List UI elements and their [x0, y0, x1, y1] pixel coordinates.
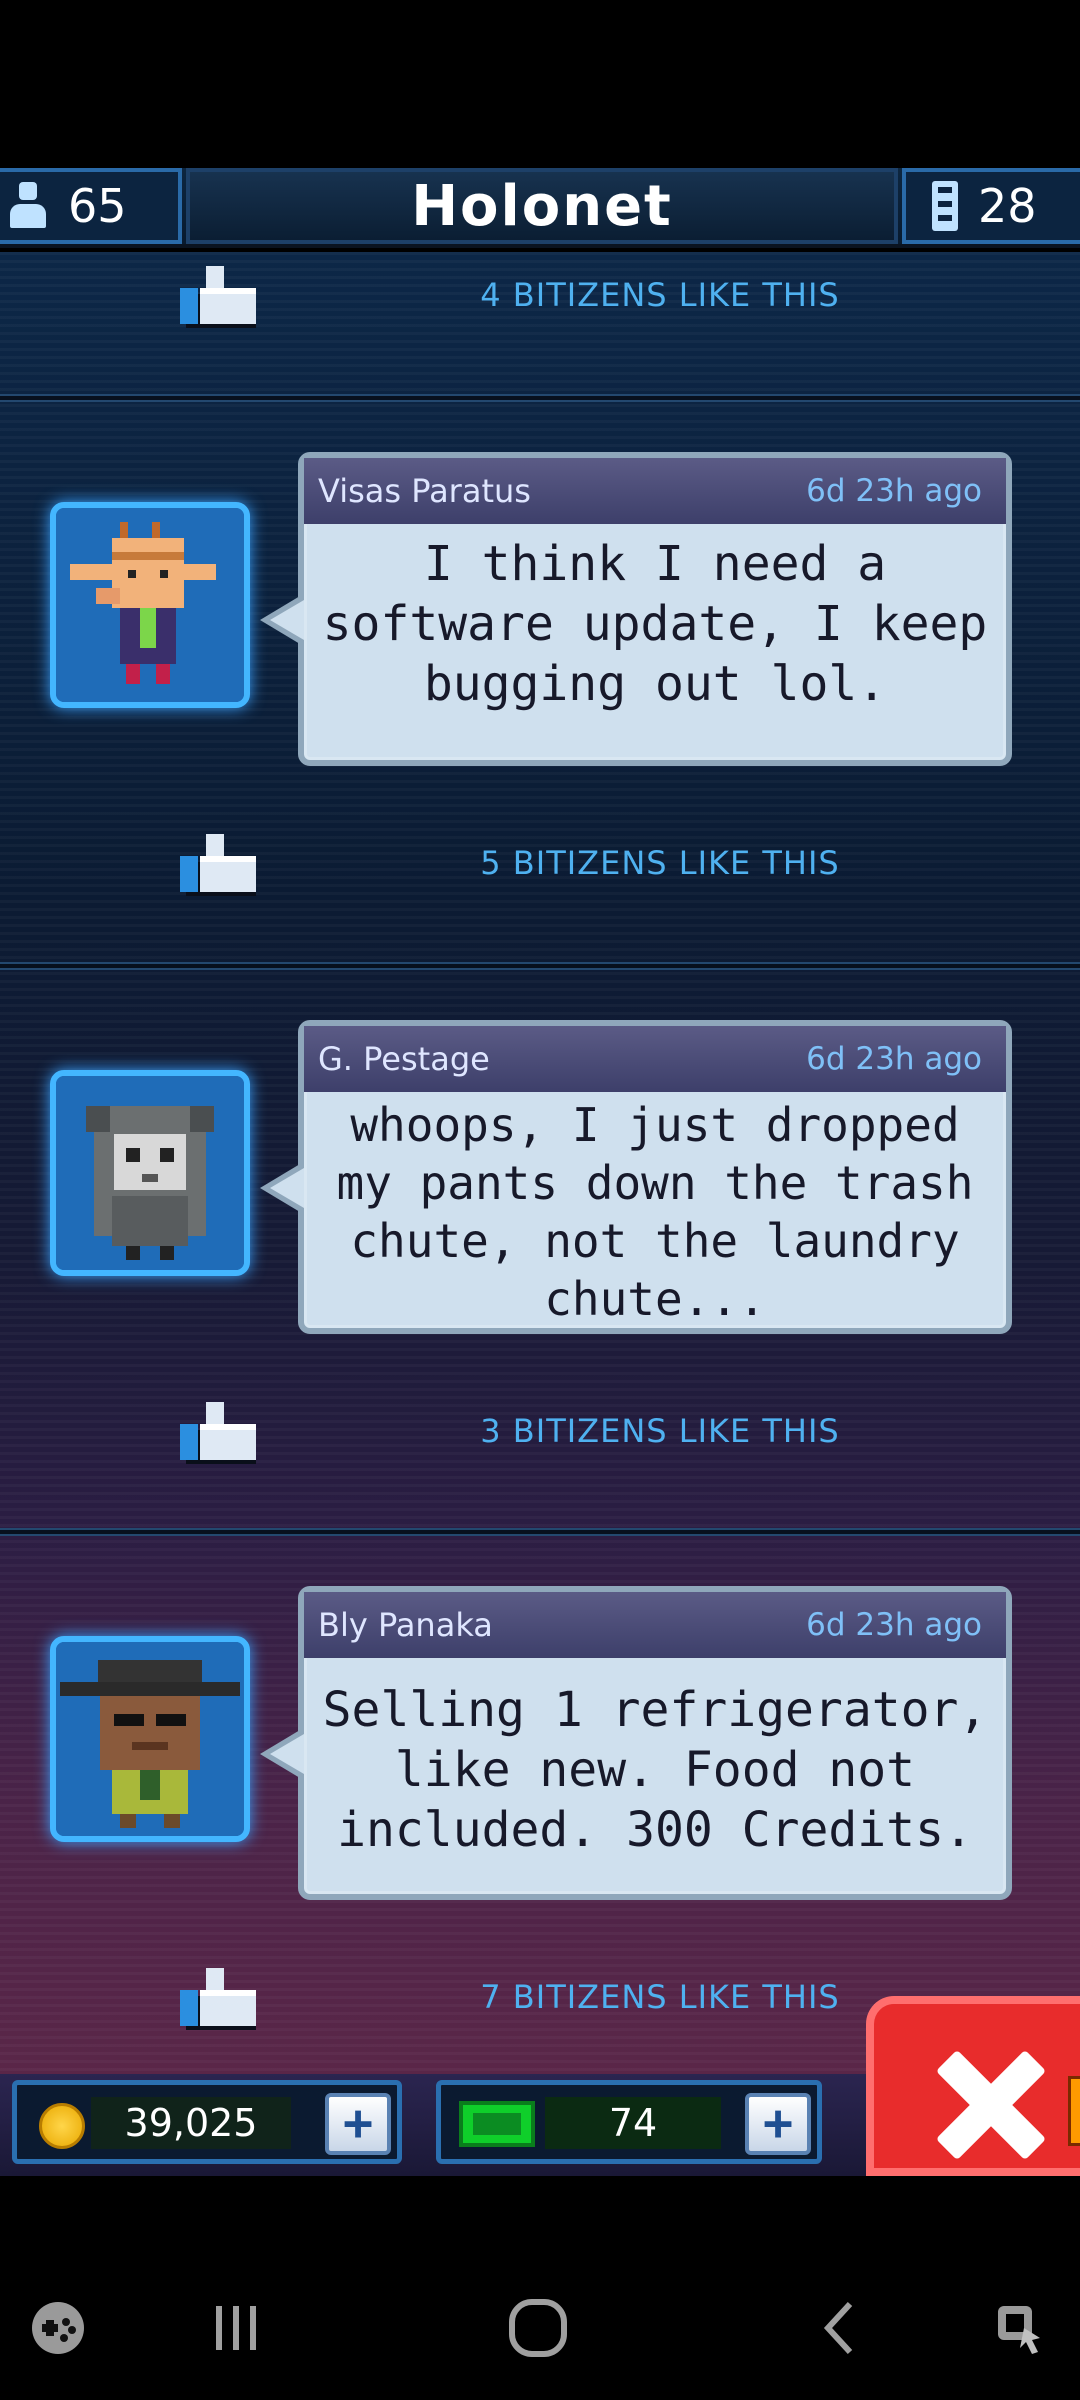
building-icon: [932, 181, 958, 231]
post-header: G. Pestage 6d 23h ago: [304, 1026, 1006, 1092]
thumbs-up-icon[interactable]: [176, 262, 264, 332]
close-button[interactable]: [866, 1996, 1080, 2176]
post-author[interactable]: Bly Panaka: [318, 1606, 493, 1644]
thumbs-up-icon[interactable]: [176, 830, 264, 900]
post-divider: [0, 962, 1080, 970]
close-icon: [936, 2050, 1046, 2160]
bux-value: 74: [545, 2097, 721, 2149]
system-nav-bar: [0, 2256, 1080, 2400]
post-avatar[interactable]: [50, 1636, 250, 1842]
home-icon[interactable]: [498, 2296, 578, 2360]
post-message: I think I need a software update, I keep…: [322, 536, 988, 712]
post-timestamp: 6d 23h ago: [806, 1041, 982, 1077]
buy-bux-button[interactable]: +: [745, 2093, 811, 2155]
screenshot-assist-icon[interactable]: [980, 2296, 1060, 2360]
page-title: Holonet: [186, 168, 898, 244]
population-counter[interactable]: 65: [0, 168, 182, 244]
back-icon[interactable]: [800, 2296, 880, 2360]
floor-value: 28: [978, 179, 1037, 233]
post-timestamp: 6d 23h ago: [806, 473, 982, 509]
like-count: 4 BITIZENS LIKE THIS: [480, 276, 840, 314]
post-timestamp: 6d 23h ago: [806, 1607, 982, 1643]
post-bubble: Bly Panaka 6d 23h ago Selling 1 refriger…: [260, 1586, 1012, 1900]
status-bar: [0, 0, 1080, 168]
person-icon: [8, 182, 48, 230]
like-count: 7 BITIZENS LIKE THIS: [480, 1978, 840, 2016]
like-row: 5 BITIZENS LIKE THIS: [0, 830, 1080, 900]
like-count: 3 BITIZENS LIKE THIS: [480, 1412, 840, 1450]
population-value: 65: [68, 179, 127, 233]
post-author[interactable]: G. Pestage: [318, 1040, 490, 1078]
post-header: Visas Paratus 6d 23h ago: [304, 458, 1006, 524]
app-header: 65 Holonet 28: [0, 168, 1080, 248]
coin-icon: [39, 2103, 85, 2149]
post-divider: [0, 1528, 1080, 1536]
post-header: Bly Panaka 6d 23h ago: [304, 1592, 1006, 1658]
bux-icon: [459, 2101, 535, 2147]
post-avatar[interactable]: [50, 1070, 250, 1276]
coins-panel: 39,025 +: [12, 2080, 402, 2164]
post-divider: [0, 394, 1080, 402]
game-launcher-icon[interactable]: [18, 2296, 98, 2360]
post-avatar[interactable]: [50, 502, 250, 708]
post-bubble: Visas Paratus 6d 23h ago I think I need …: [260, 452, 1012, 766]
thumbs-up-icon[interactable]: [176, 1398, 264, 1468]
thumbs-up-icon[interactable]: [176, 1964, 264, 2034]
post-message: whoops, I just dropped my pants down the…: [336, 1098, 974, 1326]
holonet-feed[interactable]: 4 BITIZENS LIKE THIS Visas Paratus 6d 23…: [0, 252, 1080, 2074]
recent-apps-icon[interactable]: [196, 2296, 276, 2360]
coins-value: 39,025: [91, 2097, 291, 2149]
like-count: 5 BITIZENS LIKE THIS: [480, 844, 840, 882]
floor-counter[interactable]: 28: [902, 168, 1080, 244]
bux-panel: 74 +: [436, 2080, 822, 2164]
post-author[interactable]: Visas Paratus: [318, 472, 531, 510]
post-bubble: G. Pestage 6d 23h ago whoops, I just dro…: [260, 1020, 1012, 1334]
buy-coins-button[interactable]: +: [325, 2093, 391, 2155]
like-row: 4 BITIZENS LIKE THIS: [0, 262, 1080, 332]
like-row: 3 BITIZENS LIKE THIS: [0, 1398, 1080, 1468]
post-message: Selling 1 refrigerator, like new. Food n…: [322, 1682, 988, 1858]
